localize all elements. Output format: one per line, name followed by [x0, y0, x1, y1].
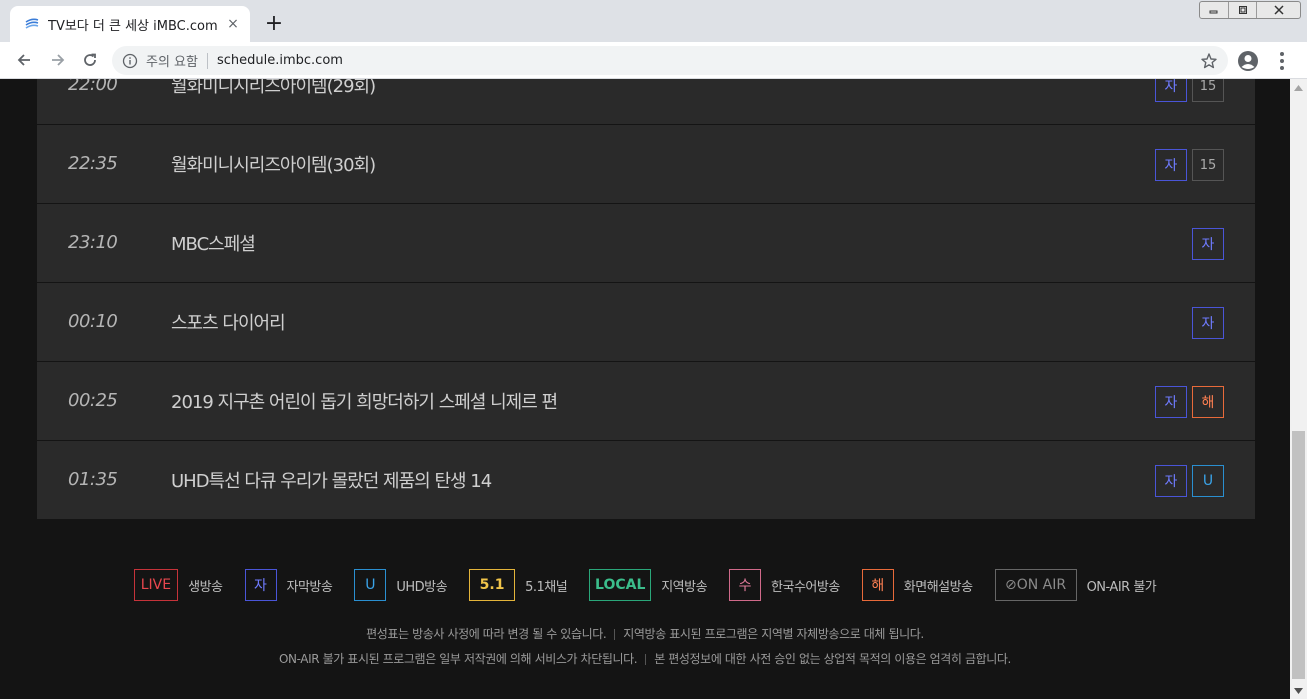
legend-label: UHD방송	[396, 579, 448, 595]
notice-line-1: 편성표는 방송사 사정에 따라 변경 될 수 있습니다. 지역방송 표시된 프로그…	[0, 625, 1290, 642]
window-controls	[1199, 1, 1301, 19]
forward-arrow-icon[interactable]	[46, 48, 70, 72]
sub-badge: 자	[1155, 79, 1187, 102]
legend-badge: U	[354, 569, 387, 601]
program-title[interactable]: 2019 지구촌 어린이 돕기 희망더하기 스페셜 니제르 편	[171, 388, 558, 414]
program-title[interactable]: 스포츠 다이어리	[171, 309, 286, 335]
program-time: 00:25	[68, 390, 118, 411]
security-warning-label[interactable]: 주의 요함	[146, 51, 198, 70]
sub-badge: 자	[1155, 386, 1187, 418]
legend-badge: 자	[244, 569, 277, 601]
legend-item: U UHD방송	[354, 569, 448, 601]
program-badges: 자	[1192, 307, 1224, 339]
browser-menu-icon[interactable]	[1272, 50, 1292, 72]
legend-badge: 수	[729, 569, 762, 601]
schedule-row[interactable]: 00:10 스포츠 다이어리 자	[37, 283, 1255, 362]
browser-titlebar: TV보다 더 큰 세상 iMBC.com × +	[0, 0, 1307, 42]
scroll-up-icon[interactable]	[1290, 79, 1307, 96]
sub-badge: 자	[1155, 149, 1187, 181]
notice-commercial-use: 본 편성정보에 대한 사전 승인 없는 상업적 목적의 이용은 엄격히 금합니다…	[654, 652, 1011, 666]
legend-badge: 5.1	[469, 569, 516, 601]
legend-label: 한국수어방송	[771, 579, 840, 595]
legend-item: LIVE 생방송	[133, 569, 223, 601]
desc-badge: 해	[1192, 386, 1224, 418]
notice-local-broadcast: 지역방송 표시된 프로그램은 지역별 자체방송으로 대체 됩니다.	[623, 627, 924, 641]
notice-schedule-change: 편성표는 방송사 사정에 따라 변경 될 수 있습니다.	[366, 627, 607, 641]
legend-item: ⊘ON AIR ON-AIR 불가	[994, 569, 1157, 601]
minimize-icon[interactable]	[1200, 2, 1228, 18]
legend-label: 화면해설방송	[903, 579, 973, 595]
vertical-scrollbar[interactable]	[1290, 79, 1307, 699]
schedule-row[interactable]: 00:25 2019 지구촌 어린이 돕기 희망더하기 스페셜 니제르 편 자해	[37, 362, 1255, 441]
program-title[interactable]: MBC스페셜	[171, 230, 256, 256]
uhd-badge: U	[1192, 465, 1224, 497]
url-text[interactable]: schedule.imbc.com	[217, 53, 343, 68]
browser-tab[interactable]: TV보다 더 큰 세상 iMBC.com ×	[10, 6, 250, 42]
legend-label: 생방송	[188, 579, 223, 595]
program-title[interactable]: UHD특선 다큐 우리가 몰랐던 제품의 탄생 14	[171, 467, 492, 493]
age-badge: 15	[1192, 149, 1224, 181]
legend-badge: 해	[861, 569, 894, 601]
reload-icon[interactable]	[78, 48, 102, 72]
profile-avatar-icon[interactable]	[1237, 50, 1259, 72]
browser-toolbar: 주의 요함 schedule.imbc.com	[0, 42, 1307, 79]
program-title[interactable]: 월화미니시리즈아이템(29회)	[171, 79, 376, 98]
schedule-row[interactable]: 01:35 UHD특선 다큐 우리가 몰랐던 제품의 탄생 14 자 U	[37, 441, 1255, 520]
legend-label: 자막방송	[286, 579, 333, 595]
program-time: 22:35	[68, 153, 118, 174]
legend-item: LOCAL 지역방송	[589, 569, 708, 601]
schedule-row[interactable]: 23:10 MBC스페셜 자	[37, 204, 1255, 283]
legend-badge: LOCAL	[589, 569, 652, 601]
address-bar[interactable]: 주의 요함 schedule.imbc.com	[112, 46, 1228, 75]
scroll-down-icon[interactable]	[1290, 682, 1307, 699]
scrollbar-thumb[interactable]	[1292, 431, 1305, 679]
legend: LIVE 생방송 자 자막방송 U UHD방송 5.1 5.1채널 LOCAL 지역방송 수 한국수어…	[0, 569, 1290, 601]
program-title[interactable]: 월화미니시리즈아이템(30회)	[171, 151, 376, 177]
maximize-icon[interactable]	[1228, 2, 1256, 18]
legend-label: 5.1채널	[525, 579, 568, 595]
sub-badge: 자	[1155, 465, 1187, 497]
back-arrow-icon[interactable]	[12, 48, 36, 72]
close-window-icon[interactable]	[1256, 2, 1300, 18]
bookmark-star-icon[interactable]	[1200, 52, 1218, 70]
program-badges: 자 15	[1155, 79, 1224, 102]
sub-badge: 자	[1192, 228, 1224, 260]
program-time: 01:35	[68, 469, 118, 490]
sub-badge: 자	[1192, 307, 1224, 339]
schedule-row[interactable]: 22:00 월화미니시리즈아이템(29회) 자 15	[37, 79, 1255, 125]
omnibox-divider	[206, 52, 208, 69]
program-badges: 자U	[1155, 465, 1224, 497]
program-time: 23:10	[68, 232, 118, 253]
imbc-favicon-icon	[25, 18, 39, 29]
legend-badge: ⊘ON AIR	[994, 569, 1077, 601]
page-viewport: 22:00 월화미니시리즈아이템(29회) 자 15 22:35 월화미니시리즈아이템(3…	[0, 79, 1290, 699]
program-time: 00:10	[68, 311, 118, 332]
tab-title: TV보다 더 큰 세상 iMBC.com	[48, 18, 218, 34]
legend-badge: LIVE	[133, 569, 179, 601]
legend-item: 5.1 5.1채널	[469, 569, 568, 601]
legend-item: 수 한국수어방송	[729, 569, 840, 601]
program-time: 22:00	[68, 79, 118, 95]
schedule-list: 22:00 월화미니시리즈아이템(29회) 자 15 22:35 월화미니시리즈아이템(3…	[37, 79, 1255, 520]
schedule-row[interactable]: 22:35 월화미니시리즈아이템(30회) 자 15	[37, 125, 1255, 204]
new-tab-button[interactable]: +	[262, 12, 286, 36]
legend-label: 지역방송	[661, 579, 708, 595]
legend-item: 자 자막방송	[244, 569, 333, 601]
legend-item: 해 화면해설방송	[861, 569, 973, 601]
legend-label: ON-AIR 불가	[1086, 579, 1157, 595]
tab-close-icon[interactable]: ×	[224, 15, 242, 33]
notice-onair-blocked: ON-AIR 불가 표시된 프로그램은 일부 저작권에 의해 서비스가 차단됩니…	[279, 652, 638, 666]
age-badge: 15	[1192, 79, 1224, 102]
notice-line-2: ON-AIR 불가 표시된 프로그램은 일부 저작권에 의해 서비스가 차단됩니…	[0, 650, 1290, 667]
program-badges: 자해	[1155, 386, 1224, 418]
program-badges: 자	[1192, 228, 1224, 260]
info-icon[interactable]	[122, 53, 138, 69]
program-badges: 자 15	[1155, 149, 1224, 181]
